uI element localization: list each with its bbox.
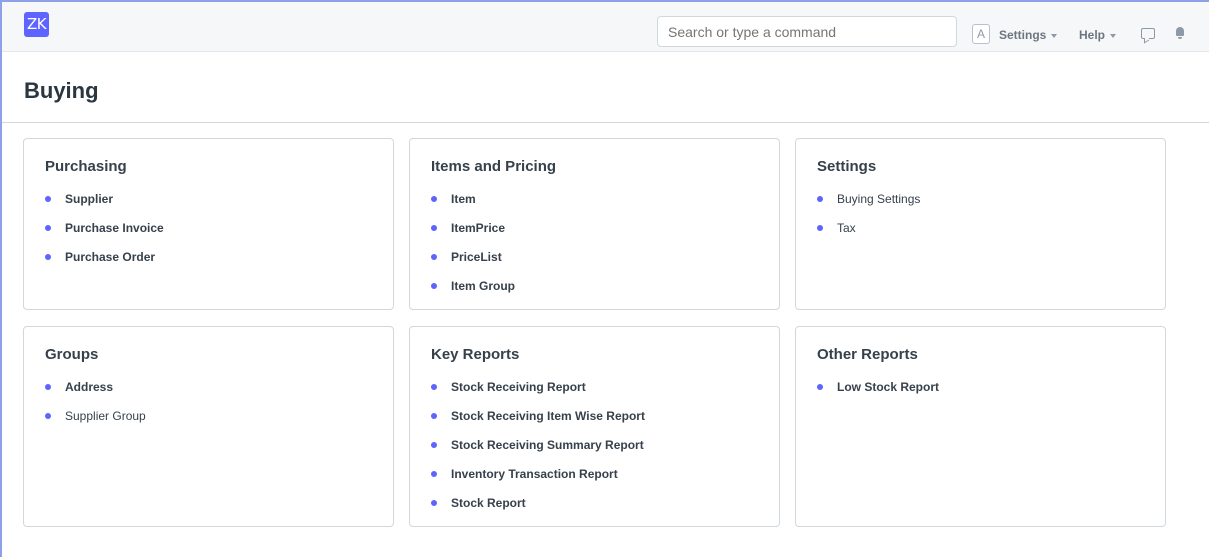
bullet-icon bbox=[817, 225, 823, 231]
navbar: ZK A Settings Help bbox=[2, 2, 1209, 52]
bullet-icon bbox=[45, 225, 51, 231]
chevron-down-icon bbox=[1110, 33, 1117, 38]
bullet-icon bbox=[431, 442, 437, 448]
card-key-reports: Key Reports Stock Receiving Report Stock… bbox=[409, 326, 780, 527]
bullet-icon bbox=[45, 384, 51, 390]
bullet-icon bbox=[431, 254, 437, 260]
bell-icon[interactable] bbox=[1176, 27, 1184, 39]
bullet-icon bbox=[817, 196, 823, 202]
card-title: Items and Pricing bbox=[431, 158, 557, 175]
bullet-icon bbox=[431, 413, 437, 419]
card-title: Other Reports bbox=[817, 346, 918, 363]
card-title: Groups bbox=[45, 346, 99, 363]
bullet-icon bbox=[431, 471, 437, 477]
list-item[interactable]: Address bbox=[45, 380, 146, 409]
card-groups: Groups Address Supplier Group bbox=[23, 326, 394, 527]
chevron-down-icon bbox=[1051, 33, 1058, 38]
avatar[interactable]: A bbox=[972, 24, 990, 44]
card-items-and-pricing: Items and Pricing Item ItemPrice PriceLi… bbox=[409, 138, 780, 310]
bullet-icon bbox=[431, 283, 437, 289]
list-item[interactable]: Stock Receiving Report bbox=[431, 380, 645, 409]
list-item[interactable]: Buying Settings bbox=[817, 192, 920, 221]
card-title: Purchasing bbox=[45, 158, 127, 175]
help-dropdown[interactable]: Help bbox=[1079, 28, 1117, 42]
chat-icon[interactable] bbox=[1141, 28, 1155, 39]
bullet-icon bbox=[431, 196, 437, 202]
settings-label: Settings bbox=[999, 28, 1047, 42]
bullet-icon bbox=[431, 384, 437, 390]
help-label: Help bbox=[1079, 28, 1106, 42]
app-logo[interactable]: ZK bbox=[24, 12, 49, 37]
list-item[interactable]: Supplier Group bbox=[45, 409, 146, 438]
list-item[interactable]: Stock Report bbox=[431, 496, 645, 525]
card-settings: Settings Buying Settings Tax bbox=[795, 138, 1166, 310]
list-item[interactable]: ItemPrice bbox=[431, 221, 515, 250]
list-item[interactable]: Stock Receiving Summary Report bbox=[431, 438, 645, 467]
card-other-reports: Other Reports Low Stock Report bbox=[795, 326, 1166, 527]
card-title: Settings bbox=[817, 158, 877, 175]
list-item[interactable]: Inventory Transaction Report bbox=[431, 467, 645, 496]
bullet-icon bbox=[45, 413, 51, 419]
bullet-icon bbox=[45, 196, 51, 202]
bullet-icon bbox=[817, 384, 823, 390]
settings-dropdown[interactable]: Settings bbox=[999, 28, 1058, 42]
header-divider bbox=[2, 122, 1209, 123]
list-item[interactable]: Item bbox=[431, 192, 515, 221]
list-item[interactable]: Stock Receiving Item Wise Report bbox=[431, 409, 645, 438]
list-item[interactable]: Purchase Invoice bbox=[45, 221, 164, 250]
list-item[interactable]: Tax bbox=[817, 221, 920, 250]
search-input[interactable] bbox=[657, 16, 957, 47]
list-item[interactable]: Low Stock Report bbox=[817, 380, 939, 409]
bullet-icon bbox=[431, 225, 437, 231]
list-item[interactable]: Item Group bbox=[431, 279, 515, 308]
page-title: Buying bbox=[24, 78, 99, 103]
card-title: Key Reports bbox=[431, 346, 520, 363]
list-item[interactable]: Supplier bbox=[45, 192, 164, 221]
list-item[interactable]: Purchase Order bbox=[45, 250, 164, 279]
list-item[interactable]: PriceList bbox=[431, 250, 515, 279]
bullet-icon bbox=[45, 254, 51, 260]
bullet-icon bbox=[431, 500, 437, 506]
card-purchasing: Purchasing Supplier Purchase Invoice Pur… bbox=[23, 138, 394, 310]
